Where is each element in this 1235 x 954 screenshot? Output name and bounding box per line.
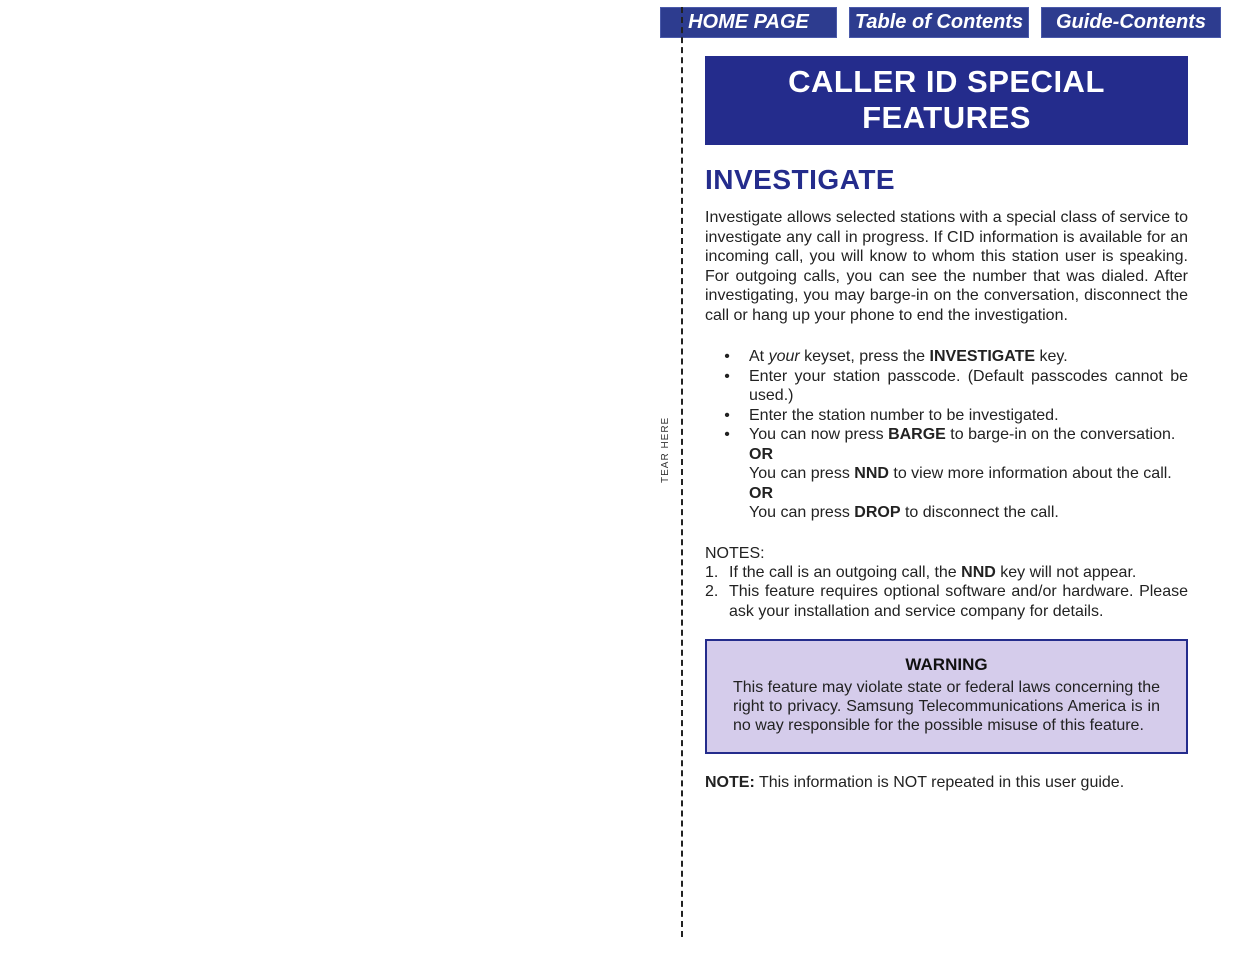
key-investigate: INVESTIGATE bbox=[930, 348, 1036, 365]
step-2: • Enter your station passcode. (Default … bbox=[705, 367, 1188, 406]
key-drop: DROP bbox=[854, 504, 900, 521]
key-barge: BARGE bbox=[888, 426, 946, 443]
notes-list: 1. If the call is an outgoing call, the … bbox=[705, 563, 1188, 622]
text: You can now press bbox=[749, 426, 888, 443]
page-banner: CALLER ID SPECIAL FEATURES bbox=[705, 56, 1188, 145]
text: This feature requires optional software … bbox=[729, 582, 1188, 621]
notes-label: NOTES: bbox=[705, 545, 1188, 563]
text: Enter your station passcode. (Default pa… bbox=[749, 367, 1188, 406]
text: to view more information about the call. bbox=[889, 465, 1172, 482]
text: You can press bbox=[749, 465, 854, 482]
step-1: • At your keyset, press the INVESTIGATE … bbox=[705, 347, 1188, 367]
note-1: 1. If the call is an outgoing call, the … bbox=[705, 563, 1188, 583]
text: If the call is an outgoing call, the bbox=[729, 564, 961, 581]
step-4: • You can now press BARGE to barge-in on… bbox=[705, 425, 1188, 445]
bullet-icon: • bbox=[705, 347, 749, 367]
text: You can press bbox=[749, 504, 854, 521]
page-content: CALLER ID SPECIAL FEATURES INVESTIGATE I… bbox=[705, 56, 1188, 792]
note-number: 2. bbox=[705, 582, 729, 621]
text: At bbox=[749, 348, 769, 365]
warning-title: WARNING bbox=[733, 655, 1160, 675]
step-5: You can press NND to view more informati… bbox=[705, 464, 1188, 484]
nav-bar: HOME PAGE Table of Contents Guide-Conten… bbox=[660, 7, 1221, 38]
note-2: 2. This feature requires optional softwa… bbox=[705, 582, 1188, 621]
bullet-icon: • bbox=[705, 406, 749, 426]
warning-box: WARNING This feature may violate state o… bbox=[705, 639, 1188, 754]
key-nnd: NND bbox=[854, 465, 889, 482]
home-page-button[interactable]: HOME PAGE bbox=[660, 7, 837, 38]
bullet-icon: • bbox=[705, 367, 749, 406]
text: Enter the station number to be investiga… bbox=[749, 406, 1188, 426]
steps-list: • At your keyset, press the INVESTIGATE … bbox=[705, 347, 1188, 523]
or-1: OR bbox=[705, 445, 1188, 465]
text: to disconnect the call. bbox=[901, 504, 1059, 521]
final-note: NOTE: This information is NOT repeated i… bbox=[705, 774, 1188, 792]
note-bold: NOTE: bbox=[705, 774, 755, 791]
step-3: • Enter the station number to be investi… bbox=[705, 406, 1188, 426]
or-2: OR bbox=[705, 484, 1188, 504]
tear-line bbox=[681, 7, 683, 937]
section-title: INVESTIGATE bbox=[705, 164, 1188, 196]
note-text: This information is NOT repeated in this… bbox=[755, 774, 1124, 791]
intro-paragraph: Investigate allows selected stations wit… bbox=[705, 208, 1188, 325]
text: key. bbox=[1035, 348, 1068, 365]
text: keyset, press the bbox=[800, 348, 930, 365]
bullet-icon: • bbox=[705, 425, 749, 445]
text: key will not appear. bbox=[996, 564, 1137, 581]
step-6: You can press DROP to disconnect the cal… bbox=[705, 503, 1188, 523]
note-number: 1. bbox=[705, 563, 729, 583]
guide-contents-button[interactable]: Guide-Contents bbox=[1041, 7, 1221, 38]
key-nnd: NND bbox=[961, 564, 996, 581]
tear-here-label: TEAR HERE bbox=[660, 417, 671, 483]
text: to barge-in on the conversation. bbox=[946, 426, 1175, 443]
italic-your: your bbox=[769, 348, 800, 365]
table-of-contents-button[interactable]: Table of Contents bbox=[849, 7, 1029, 38]
warning-text: This feature may violate state or federa… bbox=[733, 679, 1160, 736]
